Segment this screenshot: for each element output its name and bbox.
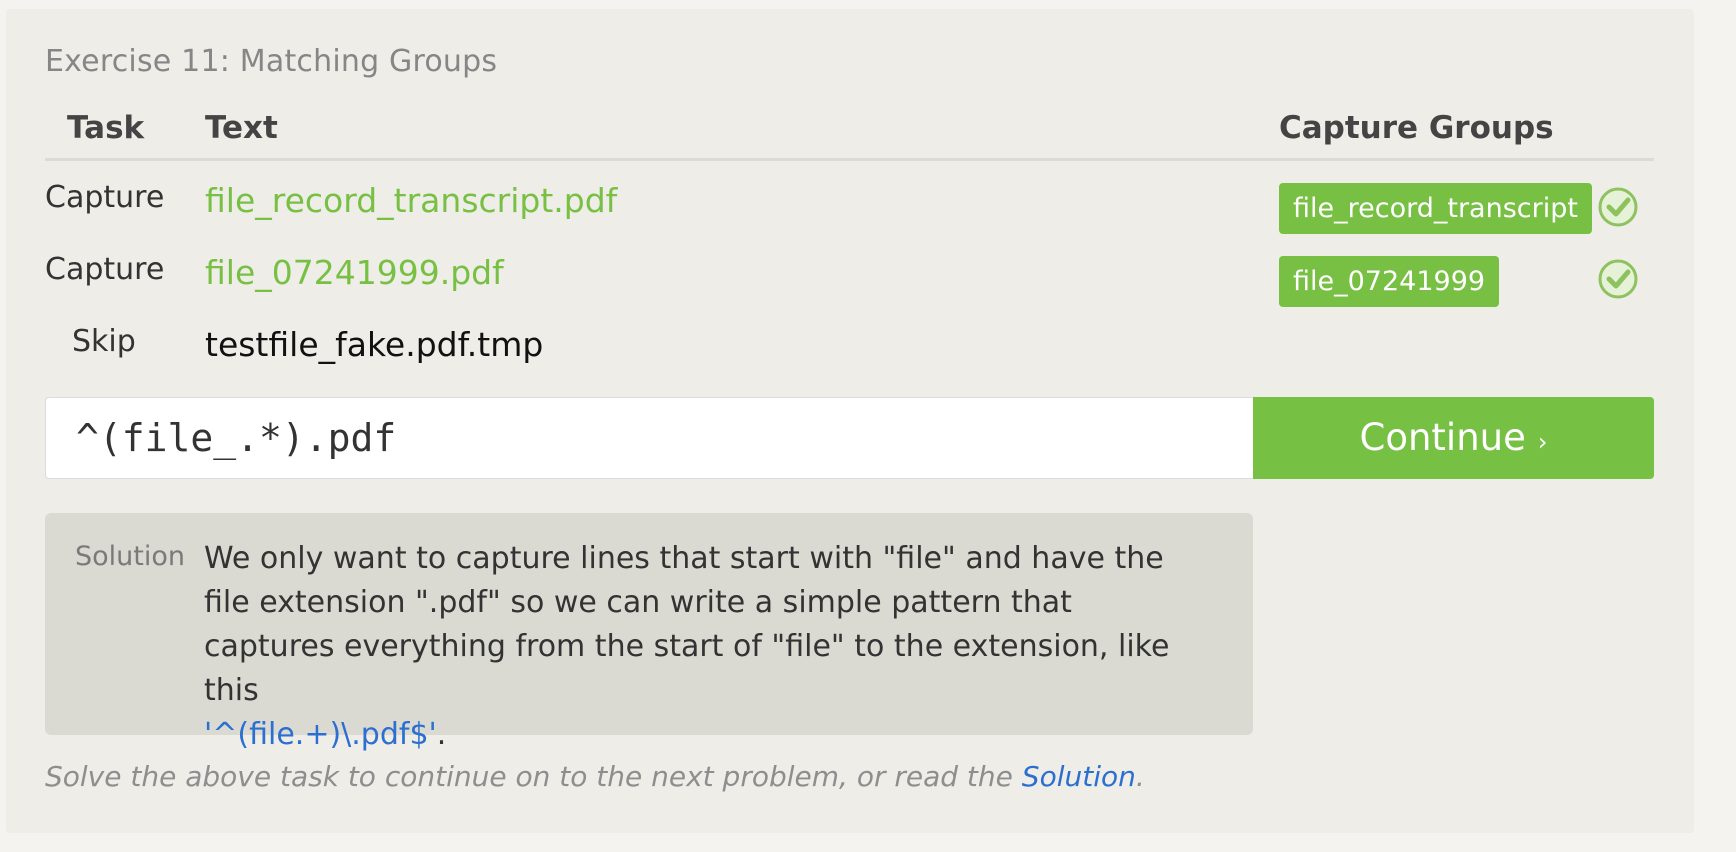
check-icon (1598, 259, 1638, 299)
solution-label: Solution (75, 541, 185, 572)
solution-code: '^(file.+)\.pdf$' (204, 717, 437, 752)
solution-box: Solution We only want to capture lines t… (45, 513, 1253, 752)
solution-text: We only want to capture lines that start… (204, 537, 1204, 757)
hint-period: . (1135, 760, 1145, 793)
header-divider (45, 158, 1654, 161)
solution-period: . (436, 717, 447, 752)
solution-body: We only want to capture lines that start… (204, 541, 1170, 708)
task-text: file_07241999.pdf (205, 253, 504, 292)
hint-body: Solve the above task to continue on to t… (45, 760, 1013, 793)
task-text: file_record_transcript.pdf (205, 181, 618, 220)
solution-link[interactable]: Solution (1022, 760, 1136, 793)
task-label: Skip (72, 324, 136, 359)
task-label: Capture (45, 252, 165, 287)
chevron-right-icon: › (1537, 428, 1548, 456)
exercise-title: Exercise 11: Matching Groups (45, 44, 498, 79)
continue-label: Continue (1359, 416, 1526, 459)
hint-text: Solve the above task to continue on to t… (45, 760, 1145, 793)
task-label: Capture (45, 180, 165, 215)
task-text: testfile_fake.pdf.tmp (205, 325, 544, 364)
regex-input[interactable] (45, 397, 1253, 479)
capture-group-badge: file_record_transcript (1279, 183, 1592, 234)
continue-button[interactable]: Continue › (1253, 397, 1654, 479)
header-text: Text (205, 110, 278, 146)
capture-group-badge: file_07241999 (1279, 256, 1500, 307)
header-task: Task (67, 110, 145, 146)
header-capture-groups: Capture Groups (1279, 110, 1554, 146)
check-icon (1598, 187, 1638, 227)
